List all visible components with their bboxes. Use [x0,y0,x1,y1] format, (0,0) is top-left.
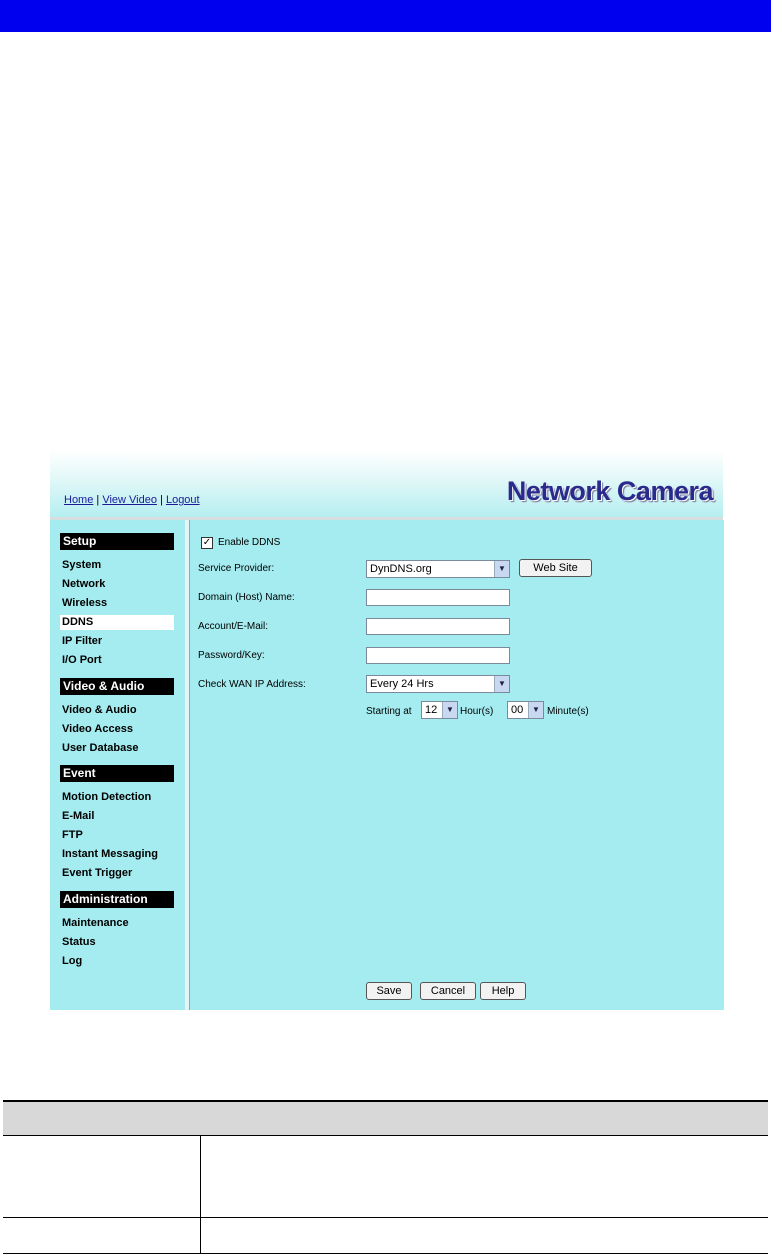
chevron-down-icon: ▼ [494,561,509,577]
enable-ddns-checkbox[interactable]: ✓ [201,537,213,549]
password-key-label: Password/Key: [198,650,265,661]
network-camera-logo: Network Camera [506,476,714,506]
sidebar-item-video-access[interactable]: Video Access [60,722,174,737]
help-button[interactable]: Help [480,982,526,1000]
check-wan-ip-select[interactable]: Every 24 Hrs ▼ [366,675,510,693]
section-header-event: Event [60,765,174,782]
minute-value: 00 [511,704,524,716]
sidebar-item-email[interactable]: E-Mail [60,809,174,824]
chevron-down-icon: ▼ [494,676,509,692]
cancel-button[interactable]: Cancel [420,982,476,1000]
hour-value: 12 [425,704,438,716]
domain-name-input[interactable] [366,589,510,606]
table-header [3,1100,768,1136]
section-header-setup: Setup [60,533,174,550]
section-header-video-audio: Video & Audio [60,678,174,695]
account-email-input[interactable] [366,618,510,635]
sidebar-item-event-trigger[interactable]: Event Trigger [60,866,174,881]
domain-name-label: Domain (Host) Name: [198,592,295,603]
minute-select[interactable]: 00 ▼ [507,701,544,719]
table-column-divider [200,1136,201,1254]
starting-at-label: Starting at [366,706,412,717]
view-video-link[interactable]: View Video [102,494,157,506]
nav-separator: | [93,494,103,506]
page-top-bar [0,0,771,32]
logout-link[interactable]: Logout [166,494,200,506]
section-header-administration: Administration [60,891,174,908]
ddns-settings-panel: ✓ Enable DDNS Service Provider: DynDNS.o… [189,520,724,1010]
sidebar-item-status[interactable]: Status [60,935,174,950]
nav-separator: | [156,494,166,506]
chevron-down-icon: ▼ [528,702,543,718]
enable-ddns-label: Enable DDNS [218,537,281,548]
save-button[interactable]: Save [366,982,412,1000]
sidebar-item-motion-detection[interactable]: Motion Detection [60,790,174,805]
check-wan-ip-value: Every 24 Hrs [370,678,434,690]
home-link[interactable]: Home [64,494,93,506]
sidebar-item-ip-filter[interactable]: IP Filter [60,634,174,649]
table-row [3,1218,768,1254]
sidebar-item-instant-messaging[interactable]: Instant Messaging [60,847,174,862]
sidebar-menu: Setup System Network Wireless DDNS IP Fi… [50,520,185,1010]
minute-label: Minute(s) [547,706,589,717]
table-row [3,1136,768,1218]
check-wan-ip-label: Check WAN IP Address: [198,679,306,690]
sidebar-item-system[interactable]: System [60,558,174,573]
sidebar-item-ddns[interactable]: DDNS [60,615,174,630]
sidebar-item-network[interactable]: Network [60,577,174,592]
sidebar-item-maintenance[interactable]: Maintenance [60,916,174,931]
camera-header: Home | View Video | Logout Network Camer… [50,450,723,518]
sidebar-item-video-audio[interactable]: Video & Audio [60,703,174,718]
sidebar-item-ftp[interactable]: FTP [60,828,174,843]
sidebar-item-log[interactable]: Log [60,954,174,969]
chevron-down-icon: ▼ [442,702,457,718]
sidebar-item-user-database[interactable]: User Database [60,741,174,756]
top-nav-links: Home | View Video | Logout [64,494,200,506]
password-key-input[interactable] [366,647,510,664]
web-site-button[interactable]: Web Site [519,559,592,577]
hour-select[interactable]: 12 ▼ [421,701,458,719]
sidebar-item-io-port[interactable]: I/O Port [60,653,174,668]
service-provider-select[interactable]: DynDNS.org ▼ [366,560,510,578]
camera-web-ui: Home | View Video | Logout Network Camer… [50,450,724,1010]
service-provider-value: DynDNS.org [370,563,432,575]
service-provider-label: Service Provider: [198,563,275,574]
account-email-label: Account/E-Mail: [198,621,269,632]
hour-label: Hour(s) [460,706,494,717]
sidebar-item-wireless[interactable]: Wireless [60,596,174,611]
